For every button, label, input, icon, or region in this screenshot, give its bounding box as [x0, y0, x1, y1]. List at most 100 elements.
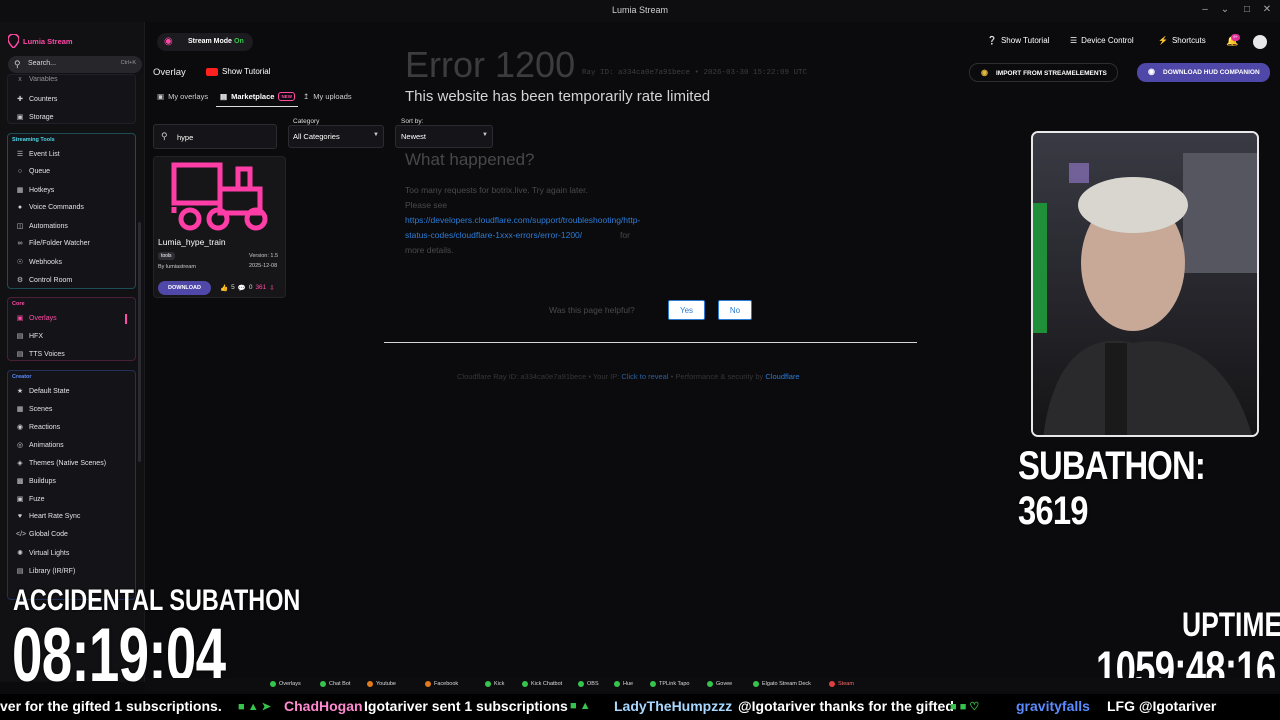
sidebar-item-virtual-lights[interactable]: ✺ Virtual Lights — [16, 549, 69, 558]
connection-status-bar: Overlays Chat Bot Youtube Facebook Kick … — [145, 678, 1280, 691]
card-download-button[interactable]: DOWNLOAD — [158, 281, 211, 295]
webcam-person-image — [1033, 133, 1257, 435]
sidebar-item-themes[interactable]: ◈ Themes (Native Scenes) — [16, 459, 106, 468]
tab-my-overlays[interactable]: ▣ My overlays — [157, 92, 208, 101]
automation-icon: ◫ — [16, 223, 24, 230]
sidebar-item-hfx[interactable]: ▤ HFX — [16, 332, 43, 341]
cloudflare-link[interactable]: Cloudflare — [765, 372, 799, 381]
sidebar-item-buildups[interactable]: ▩ Buildups — [16, 477, 56, 486]
sidebar-item-scenes[interactable]: ▦ Scenes — [16, 405, 53, 414]
list-icon: ☰ — [16, 151, 24, 158]
error-ray-id: Ray ID: a334ca0e7a91bece • 2026-03-30 15… — [582, 69, 808, 77]
tts-icon: ▤ — [16, 351, 24, 358]
marketplace-search-input[interactable]: ⚲ hype — [153, 124, 277, 149]
error-footer: Cloudflare Ray ID: a334ca0e7a91bece • Yo… — [457, 372, 800, 381]
scenes-icon: ▦ — [16, 406, 24, 413]
core-header[interactable]: Core — [12, 301, 25, 307]
sidebar-item-fuze[interactable]: ▣ Fuze — [16, 495, 45, 504]
youtube-icon — [206, 67, 218, 76]
sidebar-item-webhooks[interactable]: ☉ Webhooks — [16, 258, 62, 267]
sidebar-item-control-room[interactable]: ⚙ Control Room — [16, 276, 72, 285]
card-downloads: 361 — [255, 284, 267, 291]
tab-my-uploads[interactable]: ↥ My uploads — [303, 92, 352, 101]
sidebar-item-overlays[interactable]: ▣ Overlays — [16, 314, 57, 323]
error-line-2: Please see — [405, 200, 448, 210]
search-shortcut: Ctrl+K — [120, 60, 136, 66]
ticker-message-3: @Igotariver thanks for the gifted — [738, 698, 954, 714]
category-select[interactable]: Category All Categories ▼ — [288, 115, 384, 148]
show-tutorial-top-button[interactable]: ❔ Show Tutorial — [987, 36, 1049, 45]
library-icon: ▤ — [16, 568, 24, 575]
sidebar-item-voice-commands[interactable]: ● Voice Commands — [16, 204, 84, 211]
sidebar-scrollbar[interactable] — [138, 222, 141, 462]
sidebar-item-file-watcher[interactable]: ∞ File/Folder Watcher — [16, 240, 90, 247]
status-chatbot[interactable]: Chat Bot — [320, 681, 350, 687]
fuze-icon: ▣ — [16, 496, 24, 503]
sidebar-search-input[interactable]: ⚲ Search... Ctrl+K — [8, 56, 142, 73]
overlay-show-tutorial-button[interactable]: Show Tutorial — [206, 67, 270, 76]
sidebar-item-global-code[interactable]: </> Global Code — [16, 531, 68, 538]
stream-mode-icon: ◉ — [164, 36, 173, 47]
hud-icon: ◉ — [1148, 67, 1155, 76]
upload-icon: ↥ — [303, 92, 310, 101]
status-overlays[interactable]: Overlays — [270, 681, 301, 687]
chevron-down-icon: ▼ — [482, 132, 488, 138]
sidebar-item-counters[interactable]: ✚ Counters — [16, 95, 57, 104]
sidebar-item-event-list[interactable]: ☰ Event List — [16, 150, 60, 159]
sidebar-item-reactions[interactable]: ◉ Reactions — [16, 423, 60, 432]
plus-icon: ✚ — [17, 96, 23, 103]
status-obs[interactable]: OBS — [578, 681, 599, 687]
download-hud-button[interactable]: ◉ DOWNLOAD HUD COMPANION — [1137, 63, 1270, 82]
sidebar-item-animations[interactable]: ◎ Animations — [16, 441, 64, 450]
error-link-line-1[interactable]: https://developers.cloudflare.com/suppor… — [405, 215, 640, 225]
sidebar-item-default-state[interactable]: ★ Default State — [16, 387, 70, 396]
sidebar-item-storage[interactable]: ▣ Storage — [16, 113, 54, 122]
helpful-yes-button[interactable]: Yes — [668, 300, 705, 320]
sliders-icon: ☰ — [1070, 36, 1078, 45]
shortcuts-button[interactable]: ⚡ Shortcuts — [1158, 36, 1206, 45]
helpful-no-button[interactable]: No — [718, 300, 752, 320]
thumbs-up-icon: 👍 — [220, 285, 229, 292]
status-govee[interactable]: Govee — [707, 681, 732, 687]
active-indicator — [125, 314, 127, 324]
sidebar-item-heart-rate[interactable]: ♥ Heart Rate Sync — [16, 513, 80, 520]
queue-icon: ○ — [17, 168, 23, 175]
minimize-icon[interactable]: – — [1196, 4, 1214, 15]
avatar[interactable] — [1253, 35, 1267, 49]
restore-icon[interactable]: ⌄ — [1216, 4, 1234, 15]
status-kick[interactable]: Kick — [485, 681, 504, 687]
status-hue[interactable]: Hue — [614, 681, 633, 687]
error-for-text: for — [620, 230, 630, 240]
card-title: Lumia_hype_train — [158, 237, 226, 247]
status-youtube[interactable]: Youtube — [367, 681, 396, 687]
sidebar-item-automations[interactable]: ◫ Automations — [16, 222, 68, 231]
new-badge: NEW — [278, 92, 295, 101]
sort-select[interactable]: Sort by: Newest ▼ — [395, 115, 493, 148]
sidebar-item-queue[interactable]: ○ Queue — [16, 168, 50, 175]
status-steam[interactable]: Steam — [829, 681, 854, 687]
creator-header[interactable]: Creator — [12, 374, 32, 380]
notification-count-badge: 9+ — [1231, 34, 1240, 41]
stream-mode-toggle[interactable]: ◉ Stream Mode On — [157, 33, 253, 51]
device-control-button[interactable]: ☰ Device Control — [1070, 36, 1134, 45]
overlay-card[interactable]: Lumia_hype_train tools Version: 1.5 2025… — [153, 156, 286, 298]
star-icon: ★ — [16, 388, 24, 395]
close-icon[interactable]: ✕ — [1258, 4, 1276, 15]
sidebar-item-variables[interactable]: x Variables — [16, 76, 57, 83]
status-facebook[interactable]: Facebook — [425, 681, 458, 687]
click-to-reveal-link[interactable]: Click to reveal — [621, 372, 668, 381]
sidebar-item-tts-voices[interactable]: ▤ TTS Voices — [16, 350, 65, 359]
status-elgato[interactable]: Elgato Stream Deck — [753, 681, 811, 687]
tab-marketplace[interactable]: ▤ Marketplace NEW — [220, 92, 295, 101]
sidebar-item-hotkeys[interactable]: ▦ Hotkeys — [16, 186, 55, 195]
themes-icon: ◈ — [17, 460, 23, 467]
heart-icon: ♥ — [17, 513, 23, 520]
sidebar-item-library[interactable]: ▤ Library (IR/RF) — [16, 567, 76, 576]
ticker-user-3: gravityfalls — [1016, 698, 1090, 714]
status-kick-chatbot[interactable]: Kick Chatbot — [522, 681, 562, 687]
error-link-line-2[interactable]: status-codes/cloudflare-1xxx-errors/erro… — [405, 230, 582, 240]
streaming-tools-header[interactable]: Streaming Tools — [12, 137, 55, 143]
import-streamelements-button[interactable]: ◉ IMPORT FROM STREAMELEMENTS — [969, 63, 1118, 82]
status-tplink[interactable]: TPLink Tapo — [650, 681, 689, 687]
maximize-icon[interactable]: □ — [1238, 4, 1256, 15]
